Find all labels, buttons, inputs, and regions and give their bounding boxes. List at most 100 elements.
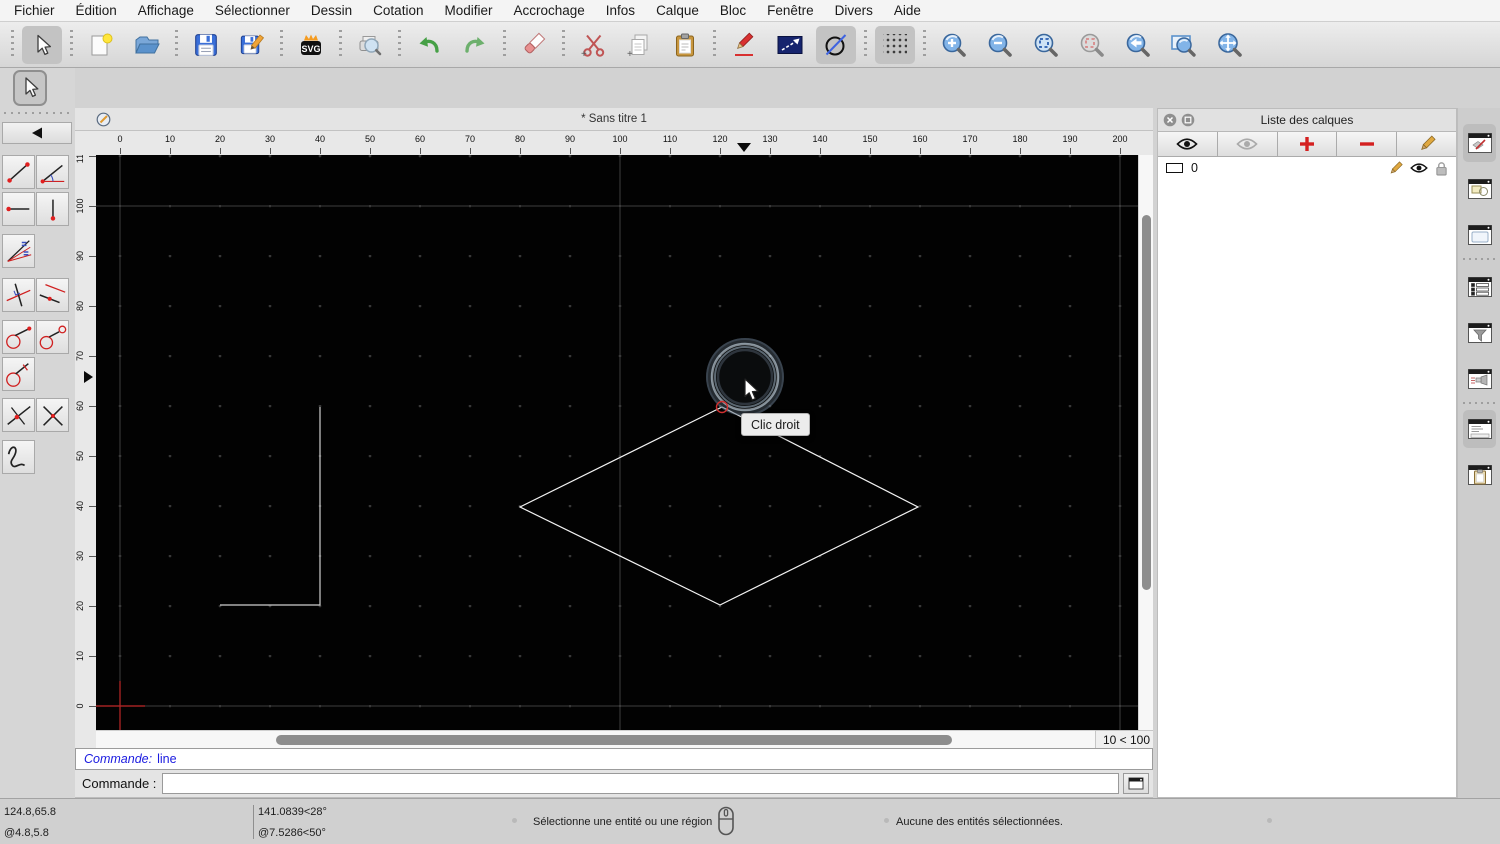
cut-button[interactable]: + — [573, 26, 613, 64]
dock-blocks-button[interactable] — [1463, 170, 1496, 208]
freehand-button[interactable] — [2, 440, 35, 474]
add-layer-button[interactable] — [1277, 132, 1338, 157]
vertical-scrollbar[interactable] — [1138, 155, 1153, 730]
mouse-icon — [716, 805, 736, 840]
toolbar-separator — [70, 29, 73, 60]
coordinate-absolute: 124.8,65.8 — [4, 806, 56, 818]
menu-item[interactable]: Bloc — [720, 3, 746, 18]
dock-library-button[interactable] — [1463, 216, 1496, 254]
line-orthogonal-button[interactable] — [2, 278, 35, 312]
line-orthogonal-icon — [6, 283, 31, 307]
menu-item[interactable]: Affichage — [138, 3, 194, 18]
line-tangent-point-button[interactable] — [2, 320, 35, 354]
dock-filter-button[interactable] — [1463, 314, 1496, 352]
vertical-scrollbar-thumb[interactable] — [1141, 215, 1151, 590]
menu-item[interactable]: Édition — [76, 3, 117, 18]
new-document-button[interactable] — [81, 26, 121, 64]
zoom-window-button[interactable] — [1164, 26, 1204, 64]
document-tab-title[interactable]: * Sans titre 1 — [75, 113, 1153, 125]
edit-layer-button[interactable] — [1397, 132, 1456, 157]
menu-item[interactable]: Divers — [835, 3, 873, 18]
dock-clipboard-button[interactable] — [1463, 456, 1496, 494]
save-button[interactable] — [186, 26, 226, 64]
grid-status: 10 < 100 — [1095, 730, 1153, 748]
dock-widget-strip — [1457, 108, 1500, 798]
minus-icon — [1359, 142, 1374, 146]
zoom-pan-icon — [1218, 32, 1242, 57]
zoom-pan-button[interactable] — [1210, 26, 1250, 64]
ruler-corner — [75, 730, 96, 748]
drawing-canvas[interactable] — [96, 155, 1138, 730]
window-layers-icon — [1467, 133, 1492, 153]
select-pointer-button[interactable] — [13, 70, 47, 106]
circle-line-tool-button[interactable] — [816, 25, 856, 64]
menu-item[interactable]: Calque — [656, 3, 699, 18]
line-horizontal-button[interactable] — [2, 192, 35, 226]
horizontal-scrollbar[interactable] — [96, 730, 1095, 748]
zoom-in-button[interactable] — [934, 26, 974, 64]
toolbar-separator — [562, 29, 565, 60]
svg-export-button[interactable]: SVG — [291, 26, 331, 64]
line-tangent-circles-button[interactable] — [36, 320, 69, 354]
menu-item[interactable]: Infos — [606, 3, 635, 18]
undo-button[interactable] — [409, 26, 449, 64]
polar-absolute: 141.0839<28° — [258, 806, 327, 818]
zoom-selected-button[interactable] — [1072, 26, 1112, 64]
menu-bar: Fichier Édition Affichage Sélectionner Dessi… — [0, 0, 1500, 22]
grid-toggle-button[interactable] — [875, 25, 915, 64]
coordinate-relative: @4.8,5.8 — [4, 827, 49, 839]
lock-icon[interactable] — [1435, 161, 1448, 176]
line-orthogonal-circle-icon — [6, 363, 29, 387]
show-all-layers-button[interactable] — [1158, 132, 1218, 157]
menu-item[interactable]: Sélectionner — [215, 3, 290, 18]
menu-item[interactable]: Dessin — [311, 3, 352, 18]
horizontal-scrollbar-thumb[interactable] — [276, 735, 952, 745]
svg-text:+: + — [627, 49, 633, 58]
line-parallel-button[interactable] — [36, 278, 69, 312]
zoom-out-button[interactable] — [980, 26, 1020, 64]
command-history: Commande: line — [75, 748, 1153, 770]
menu-item[interactable]: Accrochage — [513, 3, 584, 18]
dock-command-button[interactable] — [1463, 410, 1496, 448]
open-folder-icon — [135, 36, 160, 53]
dock-insert-button[interactable] — [1463, 360, 1496, 398]
draw-pen-button[interactable] — [724, 26, 764, 64]
command-input[interactable] — [162, 773, 1119, 794]
menu-item[interactable]: Modifier — [444, 3, 492, 18]
zoom-auto-button[interactable] — [1026, 26, 1066, 64]
line-bisector-button[interactable] — [2, 234, 35, 268]
collapse-tools-button[interactable] — [2, 122, 72, 144]
copy-button[interactable]: + — [619, 26, 659, 64]
menu-item[interactable]: Aide — [894, 3, 921, 18]
detach-command-button[interactable] — [1123, 773, 1149, 794]
eye-icon[interactable] — [1410, 162, 1428, 174]
pointer-button[interactable] — [22, 25, 62, 64]
save-as-button[interactable] — [232, 26, 272, 64]
hide-all-layers-button[interactable] — [1217, 132, 1278, 157]
cross-button[interactable] — [36, 398, 69, 432]
line-attributes-button[interactable] — [770, 26, 810, 64]
layer-row[interactable]: 0 — [1158, 157, 1456, 179]
dock-layers-button[interactable] — [1463, 124, 1496, 162]
line-vertical-button[interactable] — [36, 192, 69, 226]
line-angle-button[interactable] — [36, 155, 69, 189]
pencil-icon[interactable] — [1388, 160, 1403, 176]
delete-button[interactable] — [514, 26, 554, 64]
line-parallel-icon — [39, 284, 66, 304]
toolbar-handle — [11, 29, 14, 60]
print-preview-button[interactable] — [350, 26, 390, 64]
menu-item[interactable]: Cotation — [373, 3, 423, 18]
zoom-previous-button[interactable] — [1118, 26, 1158, 64]
open-file-button[interactable] — [127, 26, 167, 64]
line-orthogonal-circle-button[interactable] — [2, 357, 35, 391]
menu-item[interactable]: Fenêtre — [767, 3, 814, 18]
redo-button[interactable] — [455, 26, 495, 64]
close-panel-button[interactable] — [1163, 113, 1177, 127]
menu-item[interactable]: Fichier — [14, 3, 55, 18]
line-relative-angle-button[interactable] — [2, 398, 35, 432]
paste-button[interactable] — [665, 26, 705, 64]
remove-layer-button[interactable] — [1337, 132, 1398, 157]
float-panel-button[interactable] — [1181, 113, 1195, 127]
dock-list-button[interactable] — [1463, 268, 1496, 306]
line-two-points-button[interactable] — [2, 155, 35, 189]
